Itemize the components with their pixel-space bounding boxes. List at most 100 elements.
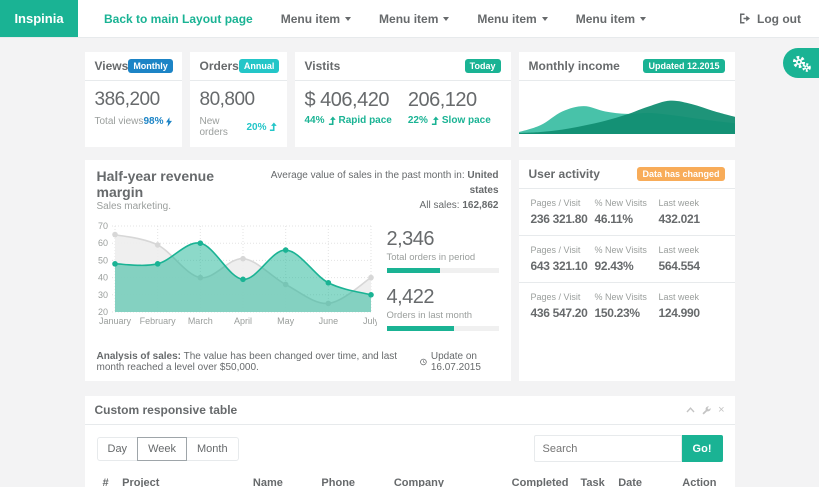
search-input[interactable] [534, 435, 682, 462]
back-to-layout-link[interactable]: Back to main Layout page [104, 12, 253, 26]
svg-text:70: 70 [97, 221, 107, 231]
wrench-icon [702, 406, 711, 415]
svg-text:50: 50 [97, 255, 107, 265]
last-week-value: 564.554 [659, 259, 723, 273]
last-month-orders-progressbar [387, 326, 499, 331]
menu-item-4[interactable]: Menu item [576, 12, 646, 26]
last-week-value: 124.990 [659, 306, 723, 320]
orders-card-title: Orders [200, 59, 239, 73]
level-up-icon [431, 116, 439, 126]
go-button[interactable]: Go! [682, 435, 723, 462]
day-filter-button[interactable]: Day [97, 437, 139, 461]
new-visits-label: % New Visits [595, 245, 659, 255]
last-week-label: Last week [659, 198, 723, 208]
logout-label: Log out [757, 12, 801, 26]
week-filter-button[interactable]: Week [137, 437, 187, 461]
activity-row: Pages / Visit236 321.80 % New Visits46.1… [519, 189, 735, 236]
custom-table-panel: Custom responsive table × Da [85, 396, 735, 487]
orders-value: 80,800 [200, 89, 277, 111]
new-visits-value: 46.11% [595, 212, 659, 226]
pages-visit-label: Pages / Visit [531, 292, 595, 302]
chevron-up-icon [686, 407, 695, 413]
chevron-down-icon [345, 17, 351, 21]
svg-text:May: May [277, 316, 295, 326]
avg-sales-country: United states [467, 170, 498, 196]
half-year-revenue-line-chart: 203040506070JanuaryFebruaryMarchAprilMay… [91, 220, 377, 328]
all-sales-label: All sales: [420, 200, 463, 211]
views-value: 386,200 [95, 89, 172, 111]
visits-delta-2: 22% [408, 115, 428, 126]
new-visits-label: % New Visits [595, 292, 659, 302]
user-activity-panel: User activity Data has changed Pages / V… [519, 160, 735, 381]
new-visits-label: % New Visits [595, 198, 659, 208]
orders-card: Orders Annual 80,800 New orders 20% [190, 52, 287, 147]
monthly-income-area-chart [519, 81, 735, 134]
chevron-down-icon [443, 17, 449, 21]
month-filter-button[interactable]: Month [186, 437, 239, 461]
pages-visit-label: Pages / Visit [531, 245, 595, 255]
period-filter-group: Day Week Month [97, 437, 239, 461]
settings-button[interactable] [702, 406, 711, 415]
visits-card-title: Vistits [305, 59, 341, 73]
col-company: Company [388, 472, 506, 487]
level-up-icon [328, 116, 336, 126]
col-project: Project [116, 472, 247, 487]
last-week-value: 432.021 [659, 212, 723, 226]
svg-text:July: July [362, 316, 376, 326]
close-icon[interactable]: × [718, 405, 724, 416]
annual-badge: Annual [239, 59, 280, 73]
svg-text:40: 40 [97, 273, 107, 283]
menu-item-2[interactable]: Menu item [379, 12, 449, 26]
col-num: # [97, 472, 117, 487]
brand-logo[interactable]: Inspinia [0, 0, 78, 37]
theme-settings-button[interactable] [783, 48, 819, 78]
orders-delta: 20% [246, 122, 266, 133]
logout-button[interactable]: Log out [739, 0, 819, 37]
total-orders-label: Total orders in period [387, 252, 499, 263]
last-month-orders-label: Orders in last month [387, 310, 499, 321]
col-task: Task [575, 472, 613, 487]
chevron-down-icon [640, 17, 646, 21]
total-orders-progressbar [387, 268, 499, 273]
pages-visit-value: 643 321.10 [531, 259, 595, 273]
projects-table: # Project Name Phone Company Completed T… [97, 472, 723, 487]
revenue-panel: Half-year revenue margin Sales marketing… [85, 160, 511, 381]
svg-text:January: January [98, 316, 131, 326]
col-date: Date [612, 472, 676, 487]
top-navbar: Inspinia Back to main Layout page Menu i… [0, 0, 819, 38]
svg-text:60: 60 [97, 238, 107, 248]
collapse-button[interactable] [686, 407, 695, 413]
monthly-badge: Monthly [128, 59, 173, 73]
svg-text:April: April [233, 316, 251, 326]
views-card: Views Monthly 386,200 Total views 98% [85, 52, 182, 147]
updated-badge: Updated 12.2015 [643, 59, 724, 73]
last-week-label: Last week [659, 245, 723, 255]
level-up-icon [269, 122, 277, 132]
orders-label: New orders [200, 116, 247, 138]
clock-icon [420, 357, 427, 367]
revenue-panel-title: Half-year revenue margin [97, 168, 255, 200]
svg-text:February: February [139, 316, 176, 326]
visits-pace-1: Rapid pace [339, 115, 392, 126]
menu-item-1[interactable]: Menu item [281, 12, 351, 26]
last-week-label: Last week [659, 292, 723, 302]
views-label: Total views [95, 116, 144, 127]
visits-value-2: 206,120 [408, 89, 491, 112]
col-name: Name [247, 472, 316, 487]
today-badge: Today [465, 59, 501, 73]
col-completed: Completed [506, 472, 575, 487]
menu-item-3[interactable]: Menu item [477, 12, 547, 26]
total-orders-value: 2,346 [387, 228, 499, 251]
menu-item-label: Menu item [379, 12, 438, 26]
col-action: Action [676, 472, 722, 487]
visits-value-1: $ 406,420 [305, 89, 392, 112]
new-visits-value: 150.23% [595, 306, 659, 320]
update-date: Update on 16.07.2015 [431, 351, 499, 373]
menu-item-label: Menu item [477, 12, 536, 26]
stat-cards-row: Views Monthly 386,200 Total views 98% [85, 52, 735, 147]
visits-card: Vistits Today $ 406,420 44% Rapid pace [295, 52, 511, 147]
new-visits-value: 92.43% [595, 259, 659, 273]
pages-visit-label: Pages / Visit [531, 198, 595, 208]
revenue-panel-summary: Average value of sales in the past month… [255, 168, 499, 213]
visits-delta-1: 44% [305, 115, 325, 126]
